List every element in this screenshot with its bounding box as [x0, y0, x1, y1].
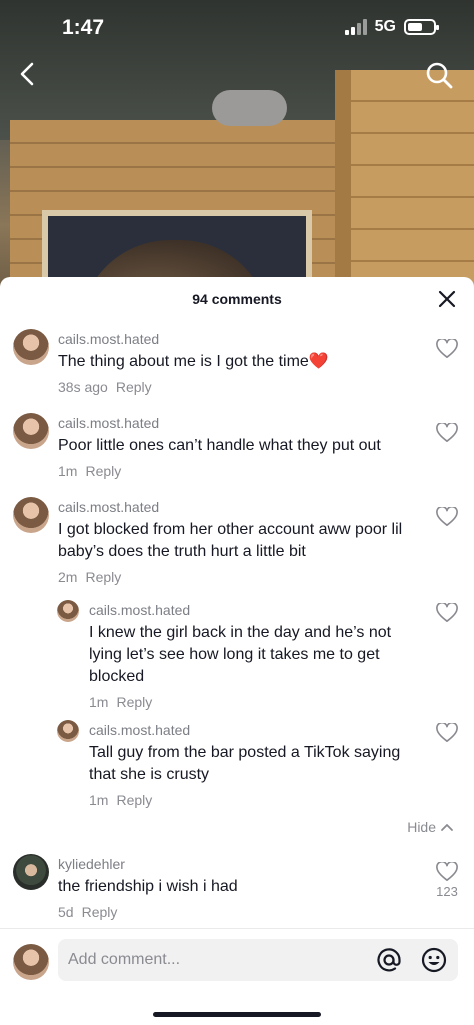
like-heart-icon[interactable] — [436, 339, 458, 359]
reply-button[interactable]: Reply — [85, 463, 121, 479]
avatar[interactable] — [57, 600, 79, 622]
wood-post — [335, 70, 351, 300]
like-count: 123 — [436, 884, 458, 899]
shelf-object — [212, 90, 287, 126]
comment-meta: 5d Reply — [58, 904, 117, 920]
comment-meta: 38s ago Reply — [58, 379, 152, 395]
wood-wall-right — [335, 70, 474, 300]
hide-label: Hide — [407, 819, 436, 835]
avatar[interactable] — [13, 497, 49, 533]
reply-button[interactable]: Reply — [116, 694, 152, 710]
emoji-icon[interactable] — [421, 947, 447, 973]
comment-username[interactable]: cails.most.hated — [58, 331, 159, 347]
like-heart-icon[interactable] — [436, 423, 458, 443]
comment-time: 38s ago — [58, 379, 108, 395]
battery-icon — [404, 19, 439, 35]
comment-meta: 1m Reply — [89, 694, 152, 710]
reply-button[interactable]: Reply — [116, 792, 152, 808]
avatar[interactable] — [57, 720, 79, 742]
search-button[interactable] — [424, 60, 454, 90]
at-icon[interactable] — [376, 947, 402, 973]
reply-button[interactable]: Reply — [85, 569, 121, 585]
comment-time: 2m — [58, 569, 78, 585]
comment-meta: 1m Reply — [58, 463, 121, 479]
status-icons: 5G — [344, 18, 439, 36]
reply-button[interactable]: Reply — [116, 379, 152, 395]
avatar[interactable] — [13, 329, 49, 365]
comment-time: 5d — [58, 904, 74, 920]
comment-text: the friendship i wish i had — [58, 878, 238, 895]
comment-username[interactable]: cails.most.hated — [89, 722, 190, 738]
network-label: 5G — [374, 18, 396, 35]
avatar[interactable] — [13, 413, 49, 449]
signal-icon — [344, 19, 367, 35]
comment-username[interactable]: kyliedehler — [58, 856, 125, 872]
comment-time: 1m — [89, 792, 109, 808]
comments-sheet: 94 comments cails.most.hated The thing a… — [0, 277, 474, 1025]
video-background — [0, 0, 474, 300]
like-heart-icon[interactable] — [436, 862, 458, 882]
comment-text: I knew the girl back in the day and he’s… — [89, 624, 392, 685]
comments-count-title: 94 comments — [192, 291, 282, 307]
like-heart-icon[interactable] — [436, 507, 458, 527]
comment-time: 1m — [58, 463, 78, 479]
comment-username[interactable]: cails.most.hated — [58, 415, 159, 431]
comment-time: 1m — [89, 694, 109, 710]
hide-replies-button[interactable]: Hide — [407, 819, 454, 835]
comment-text: I got blocked from her other account aww… — [58, 521, 403, 560]
comment-username[interactable]: cails.most.hated — [58, 499, 159, 515]
comment-meta: 1m Reply — [89, 792, 152, 808]
comment-meta: 2m Reply — [58, 569, 121, 585]
status-time: 1:47 — [62, 16, 105, 39]
avatar[interactable] — [13, 854, 49, 890]
sheet-header: 94 comments — [0, 277, 474, 321]
comment-composer — [0, 928, 474, 1025]
comment-text: Poor little ones can’t handle what they … — [58, 437, 381, 454]
close-button[interactable] — [438, 290, 456, 308]
home-indicator — [153, 1012, 321, 1017]
comment-text: The thing about me is I got the time❤️ — [58, 353, 329, 370]
my-avatar — [13, 944, 49, 980]
like-heart-icon[interactable] — [436, 723, 458, 743]
like-heart-icon[interactable] — [436, 603, 458, 623]
comment-username[interactable]: cails.most.hated — [89, 602, 190, 618]
back-button[interactable] — [14, 60, 42, 88]
comment-text: Tall guy from the bar posted a TikTok sa… — [89, 744, 401, 783]
reply-button[interactable]: Reply — [82, 904, 118, 920]
chevron-up-icon — [441, 824, 453, 831]
